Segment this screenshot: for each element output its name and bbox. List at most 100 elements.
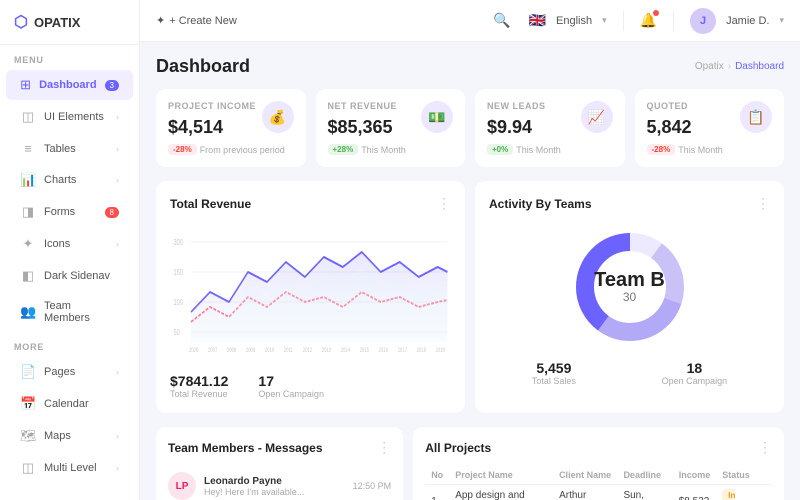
svg-text:2018: 2018 — [417, 347, 426, 354]
pages-icon: 📄 — [20, 364, 36, 380]
multi-level-icon: ◫ — [20, 460, 36, 476]
sidebar-item-pages[interactable]: 📄 Pages › — [6, 357, 133, 387]
stat-change-text: This Month — [361, 145, 406, 155]
menu-section-label: MENU — [0, 45, 139, 69]
arrow-icon: › — [116, 175, 119, 185]
sidebar-item-multi-level[interactable]: ◫ Multi Level › — [6, 453, 133, 483]
sidebar-item-calendar[interactable]: 📅 Calendar — [6, 389, 133, 419]
donut-stat-sales: 5,459 Total Sales — [532, 360, 576, 386]
svg-text:150: 150 — [174, 269, 183, 277]
projects-column-header: No — [425, 466, 449, 485]
donut-stat-campaign: 18 Open Campaign — [662, 360, 728, 386]
chart-menu-icon[interactable]: ⋮ — [437, 195, 451, 212]
lower-row: Team Members - Messages ⋮ LP Leonardo Pa… — [156, 427, 784, 500]
stat-change: +0% This Month — [487, 144, 613, 155]
chart-stat-label: Open Campaign — [258, 389, 324, 399]
donut-wrapper: Team B 30 — [489, 222, 770, 352]
revenue-chart-svg: 300 150 100 50 — [170, 222, 451, 362]
team-members-list: LP Leonardo Payne Hey! Here I'm availabl… — [168, 466, 391, 500]
stat-change: -28% This Month — [647, 144, 773, 155]
sidebar-item-label: UI Elements — [44, 111, 104, 123]
team-messages-card: Team Members - Messages ⋮ LP Leonardo Pa… — [156, 427, 403, 500]
svg-text:2026: 2026 — [189, 347, 198, 354]
projects-table: NoProject NameClient NameDeadlineIncomeS… — [425, 466, 772, 500]
language-selector[interactable]: English — [556, 15, 592, 27]
donut-footer: 5,459 Total Sales 18 Open Campaign — [489, 360, 770, 386]
main-content: ✦ + Create New 🔍 🇬🇧 English ▾ 🔔 J Jamie … — [140, 0, 800, 500]
svg-text:2014: 2014 — [341, 347, 350, 354]
svg-text:300: 300 — [174, 239, 183, 247]
team-member[interactable]: LP Leonardo Payne Hey! Here I'm availabl… — [168, 466, 391, 500]
chart-footer: $7841.12 Total Revenue 17 Open Campaign — [170, 373, 451, 399]
sidebar-item-ui-elements[interactable]: ◫ UI Elements › — [6, 102, 133, 132]
projects-menu-icon[interactable]: ⋮ — [758, 439, 772, 456]
svg-text:2015: 2015 — [360, 347, 369, 354]
create-label: + Create New — [169, 15, 237, 27]
projects-column-header: Project Name — [449, 466, 553, 485]
stat-cards-grid: PROJECT INCOME $4,514 -28% From previous… — [156, 89, 784, 167]
stat-icon: 📈 — [581, 101, 613, 133]
sidebar-item-label: Charts — [44, 174, 76, 186]
stat-change-text: This Month — [516, 145, 561, 155]
donut-title: Activity By Teams — [489, 197, 592, 211]
team-members-icon: 👥 — [20, 304, 36, 320]
projects-column-header: Income — [673, 466, 717, 485]
arrow-icon: › — [116, 463, 119, 473]
sidebar-item-team-members[interactable]: 👥 Team Members — [6, 293, 133, 331]
forms-icon: ◨ — [20, 204, 36, 220]
stat-card-net-revenue: NET REVENUE $85,365 +28% This Month 💵 — [316, 89, 466, 167]
stat-icon: 💵 — [421, 101, 453, 133]
stat-badge: +28% — [328, 144, 359, 155]
svg-text:2013: 2013 — [322, 347, 331, 354]
maps-icon: 🗺 — [20, 428, 36, 444]
sidebar-item-forms[interactable]: ◨ Forms 8 — [6, 197, 133, 227]
stat-card-new-leads: NEW LEADS $9.94 +0% This Month 📈 — [475, 89, 625, 167]
stat-icon: 📋 — [740, 101, 772, 133]
donut-menu-icon[interactable]: ⋮ — [756, 195, 770, 212]
flag-icon: 🇬🇧 — [529, 12, 546, 29]
team-member-name: Leonardo Payne — [204, 476, 345, 487]
svg-text:2008: 2008 — [227, 347, 236, 354]
sidebar-item-label: Forms — [44, 206, 75, 218]
dark-sidenav-icon: ◧ — [20, 268, 36, 284]
notification-bell[interactable]: 🔔 — [640, 12, 657, 29]
sidebar-item-maps[interactable]: 🗺 Maps › — [6, 421, 133, 451]
donut-stat-label: Open Campaign — [662, 376, 728, 386]
logo-text: OPATIX — [34, 15, 80, 30]
svg-text:2016: 2016 — [379, 347, 388, 354]
arrow-icon: › — [116, 239, 119, 249]
user-name[interactable]: Jamie D. — [726, 15, 769, 27]
stat-change-text: This Month — [678, 145, 723, 155]
sidebar-item-dark-sidenav[interactable]: ◧ Dark Sidenav — [6, 261, 133, 291]
chart-stat-revenue: $7841.12 Total Revenue — [170, 373, 228, 399]
topbar-divider — [673, 11, 674, 31]
more-section-label: MORE — [0, 332, 139, 356]
sidebar-item-tables[interactable]: ≡ Tables › — [6, 134, 133, 163]
search-icon[interactable]: 🔍 — [493, 12, 510, 29]
logo-icon: ⬡ — [14, 12, 28, 32]
arrow-icon: › — [116, 144, 119, 154]
sidebar-item-charts[interactable]: 📊 Charts › — [6, 165, 133, 195]
create-new-button[interactable]: ✦ + Create New — [156, 14, 237, 27]
table-row[interactable]: 1 App design and development Arthur Powe… — [425, 485, 772, 500]
team-menu-icon[interactable]: ⋮ — [377, 439, 391, 456]
svg-text:2019: 2019 — [436, 347, 445, 354]
sidebar-item-icons[interactable]: ✦ Icons › — [6, 229, 133, 259]
donut-center-label: Team B — [594, 270, 665, 290]
page-content: Dashboard Opatix › Dashboard PROJECT INC… — [140, 42, 800, 500]
arrow-icon: › — [116, 112, 119, 122]
team-avatar: LP — [168, 472, 196, 500]
svg-text:2007: 2007 — [208, 347, 217, 354]
chart-card-header: Total Revenue ⋮ — [170, 195, 451, 212]
sidebar-item-label: Calendar — [44, 398, 89, 410]
stat-change: -28% From previous period — [168, 144, 294, 155]
projects-column-header: Client Name — [553, 466, 617, 485]
lang-arrow-icon: ▾ — [602, 15, 607, 26]
projects-column-header: Deadline — [617, 466, 672, 485]
donut-stat-value: 18 — [662, 360, 728, 376]
sidebar-item-dashboard[interactable]: ⊞ Dashboard 3 — [6, 70, 133, 100]
donut-center: Team B 30 — [594, 270, 665, 304]
breadcrumb-root: Opatix — [695, 61, 724, 72]
svg-text:2010: 2010 — [265, 347, 274, 354]
arrow-icon: › — [116, 431, 119, 441]
